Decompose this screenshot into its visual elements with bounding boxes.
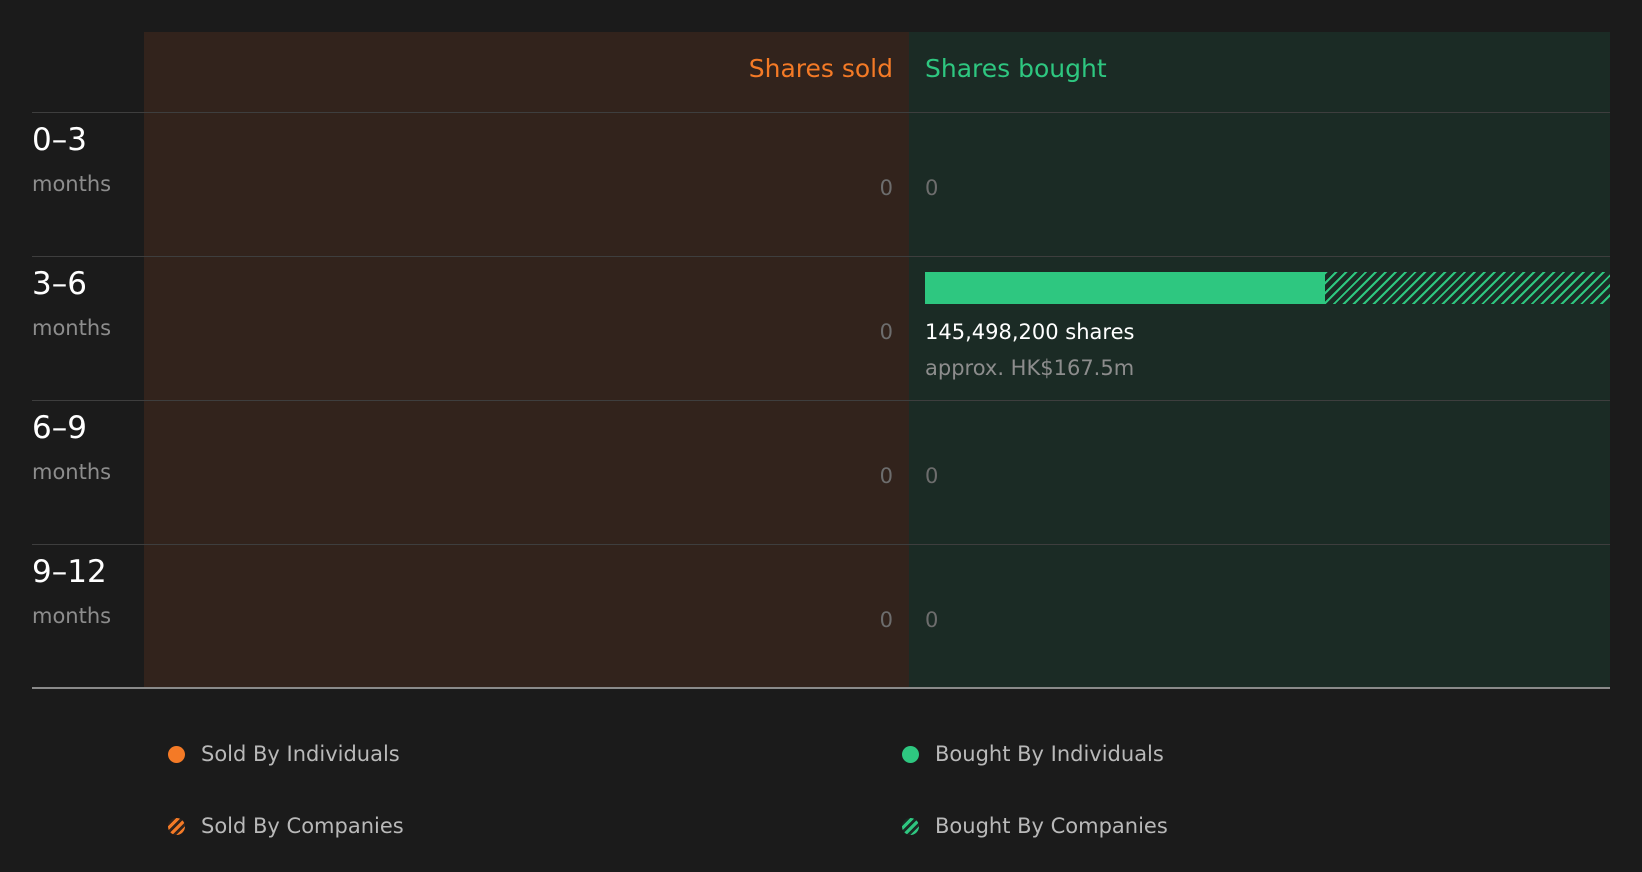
row-divider [32,256,1610,257]
row-unit-label: months [32,604,112,628]
shares-bought-header: Shares bought [925,54,1107,83]
sold-value-label: 0 [879,176,893,200]
row-unit-label: months [32,316,112,340]
row-unit-label: months [32,460,112,484]
solid-green-dot-icon [902,745,919,763]
bought-approx-value-label: approx. HK$167.5m [925,356,1135,380]
row-range-label: 6–9 [32,410,87,446]
legend-label: Sold By Companies [201,814,404,838]
chart-baseline [32,687,1610,689]
legend-item: Sold By Companies [168,814,404,838]
bought-value-label: 0 [925,608,939,632]
row-divider [32,112,1610,113]
legend-item: Bought By Individuals [902,742,1164,766]
shares-sold-header: Shares sold [748,54,893,83]
row-divider [32,544,1610,545]
legend-label: Bought By Individuals [935,742,1164,766]
legend-label: Bought By Companies [935,814,1168,838]
sold-value-label: 0 [879,608,893,632]
hatched-green-dot-icon [902,817,919,835]
legend-item: Sold By Individuals [168,742,400,766]
shares-sold-panel [144,32,909,688]
bought-companies-bar [1325,272,1610,304]
bought-shares-label: 145,498,200 shares [925,320,1135,344]
legend-label: Sold By Individuals [201,742,400,766]
row-range-label: 3–6 [32,266,87,302]
solid-orange-dot-icon [168,745,185,763]
bought-individuals-bar [925,272,1326,304]
row-divider [32,400,1610,401]
row-range-label: 0–3 [32,122,87,158]
hatched-orange-dot-icon [168,817,185,835]
bought-value-label: 0 [925,176,939,200]
row-unit-label: months [32,172,112,196]
bought-value-label: 0 [925,464,939,488]
legend-item: Bought By Companies [902,814,1168,838]
sold-value-label: 0 [879,320,893,344]
row-range-label: 9–12 [32,554,107,590]
sold-value-label: 0 [879,464,893,488]
